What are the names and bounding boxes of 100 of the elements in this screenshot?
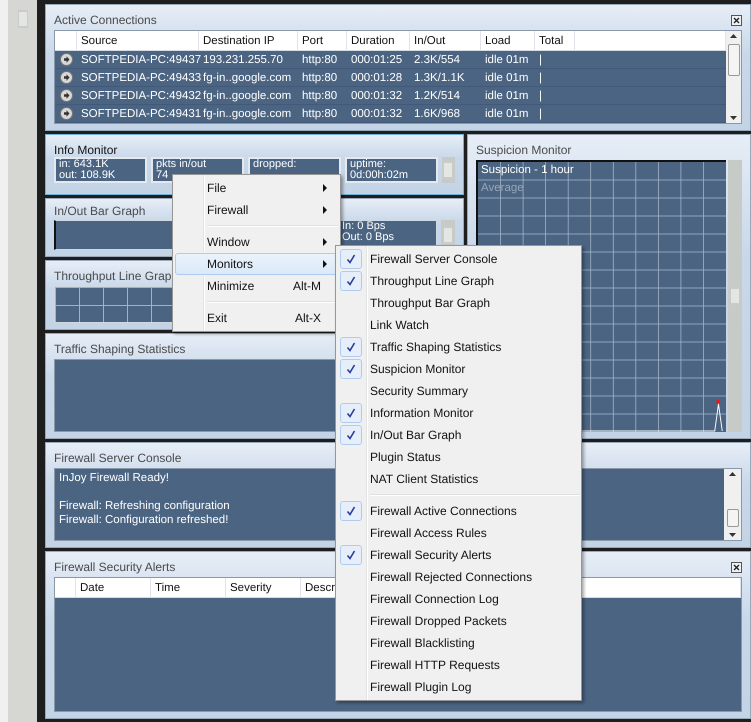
menu-item[interactable]: Firewall Plugin Log (338, 676, 579, 698)
menu-item[interactable]: Plugin Status (338, 446, 579, 468)
table-cell-text: idle 01m (484, 72, 530, 84)
stat-text: in: 643.1K (59, 159, 109, 170)
scrollbar[interactable] (724, 469, 741, 540)
column-header[interactable]: Date (76, 578, 151, 598)
menu-item[interactable]: Firewall Active Connections (338, 500, 579, 522)
table-cell-text: 000:01:32 (350, 90, 404, 102)
column-header[interactable]: Time (151, 578, 226, 598)
table-cell-text: SOFTPEDIA-PC:49437 (80, 54, 199, 66)
menu-item[interactable]: In/Out Bar Graph (338, 424, 579, 446)
stat-text: out: 108.9K (59, 170, 116, 181)
scroll-up-icon[interactable] (730, 34, 737, 38)
menu-item[interactable]: Information Monitor (338, 402, 579, 424)
menu-item[interactable]: Firewall Security Alerts (338, 544, 579, 566)
stat-text: uptime: (350, 159, 386, 170)
table-cell-text: | (538, 108, 543, 120)
column-header[interactable]: Port (298, 31, 347, 51)
table-cell-text: 000:01:25 (350, 54, 404, 66)
column-header[interactable] (55, 31, 77, 51)
table-cell-text: idle 01m (484, 54, 530, 66)
console-line: Firewall: Configuration refreshed! (59, 514, 228, 528)
arrow-circle-icon (60, 89, 72, 102)
panel-title: Throughput Line Grap (54, 269, 172, 283)
menu-item[interactable]: Firewall HTTP Requests (338, 654, 579, 676)
table-cell-text: fg-in..google.com (202, 108, 292, 120)
table-cell-text: idle 01m (484, 108, 530, 120)
column-header[interactable]: Destination IP (199, 31, 298, 51)
reading-text: In: 0 Bps (342, 221, 386, 232)
menu-item[interactable]: Window (175, 231, 338, 253)
menu-item[interactable]: NAT Client Statistics (338, 468, 579, 490)
stat-text: 74 (156, 170, 168, 181)
grip-icon[interactable] (443, 226, 453, 244)
table-cell-text: 1.2K/514 (413, 90, 462, 102)
menu-item[interactable]: Link Watch (338, 314, 579, 336)
table-cell-text: SOFTPEDIA-PC:49431 (80, 108, 199, 120)
scroll-up-icon[interactable] (729, 472, 736, 476)
scrollbar-thumb[interactable] (726, 509, 738, 527)
panel-title: Suspicion Monitor (476, 143, 572, 157)
table-cell-text: 1.3K/1.1K (413, 72, 466, 84)
table-cell-text: SOFTPEDIA-PC:49433 (80, 72, 199, 84)
column-header[interactable]: Load (481, 31, 535, 51)
table-cell-text: http:80 (301, 72, 338, 84)
table-cell-text: | (538, 54, 543, 66)
table-cell-text: http:80 (301, 54, 338, 66)
console-line: Firewall: Refreshing configuration (59, 500, 230, 514)
menu-item[interactable]: Exit Alt-X (175, 307, 338, 329)
menu-item[interactable]: Minimize Alt-M (175, 275, 338, 297)
table-cell-text: http:80 (301, 108, 338, 120)
panel-title: In/Out Bar Graph (54, 204, 146, 218)
column-header[interactable]: Source (77, 31, 199, 51)
table-cell-text: 193.231.255.70 (202, 54, 284, 66)
reading-text: Out: 0 Bps (342, 232, 394, 243)
scroll-down-icon[interactable] (730, 116, 737, 120)
table-cell-text: | (538, 72, 543, 84)
table-cell-text: SOFTPEDIA-PC:49432 (80, 90, 199, 102)
table-cell-text: 2.3K/554 (413, 54, 462, 66)
stat-text: pkts in/out (156, 159, 206, 170)
arrow-circle-icon (60, 107, 72, 120)
menu-item[interactable]: File (175, 177, 338, 199)
column-header[interactable]: Total (535, 31, 575, 51)
menu-item[interactable]: Monitors (175, 253, 338, 275)
column-header[interactable] (55, 578, 76, 598)
menu-item[interactable]: Security Summary (338, 380, 579, 402)
menu-item[interactable]: Firewall Server Console (338, 248, 579, 270)
scrollbar-thumb[interactable] (728, 44, 740, 76)
table-cell-text: 1.6K/968 (413, 108, 462, 120)
panel-title: Active Connections (54, 13, 157, 27)
scrollbar[interactable] (726, 31, 741, 123)
close-icon[interactable] (731, 562, 742, 572)
arrow-circle-icon (60, 53, 72, 66)
menu-item[interactable]: Traffic Shaping Statistics (338, 336, 579, 358)
menu-item[interactable]: Throughput Bar Graph (338, 292, 579, 314)
menu-item[interactable]: Throughput Line Graph (338, 270, 579, 292)
panel-title: Firewall Security Alerts (54, 560, 176, 574)
table-cell-text: idle 01m (484, 90, 530, 102)
close-icon[interactable] (731, 14, 742, 26)
scroll-down-icon[interactable] (729, 533, 736, 537)
console-line: InJoy Firewall Ready! (59, 472, 169, 486)
column-header[interactable]: Duration (347, 31, 410, 51)
menu-item[interactable]: Firewall Rejected Connections (338, 566, 579, 588)
sidebar-grip-icon[interactable] (18, 10, 28, 28)
grip-icon[interactable] (443, 161, 454, 179)
grip-handle[interactable] (728, 160, 742, 432)
column-header[interactable]: Severity (226, 578, 301, 598)
menu-item[interactable]: Firewall Blacklisting (338, 632, 579, 654)
grip-handle[interactable] (442, 157, 455, 183)
table-cell-text: fg-in..google.com (202, 72, 292, 84)
menu-item[interactable]: Suspicion Monitor (338, 358, 579, 380)
arrow-circle-icon (60, 71, 72, 84)
menu-item[interactable]: Firewall Dropped Packets (338, 610, 579, 632)
graph-title: Suspicion - 1 hour (481, 164, 574, 176)
table-cell-text: fg-in..google.com (202, 90, 292, 102)
menu-item[interactable]: Firewall Access Rules (338, 522, 579, 544)
stat-text: 0d:00h:02m (350, 170, 408, 181)
menu-item[interactable]: Firewall Connection Log (338, 588, 579, 610)
menu-item[interactable]: Firewall (175, 199, 338, 221)
table-cell-text: http:80 (301, 90, 338, 102)
grip-icon[interactable] (730, 287, 740, 305)
column-header[interactable]: In/Out (410, 31, 481, 51)
